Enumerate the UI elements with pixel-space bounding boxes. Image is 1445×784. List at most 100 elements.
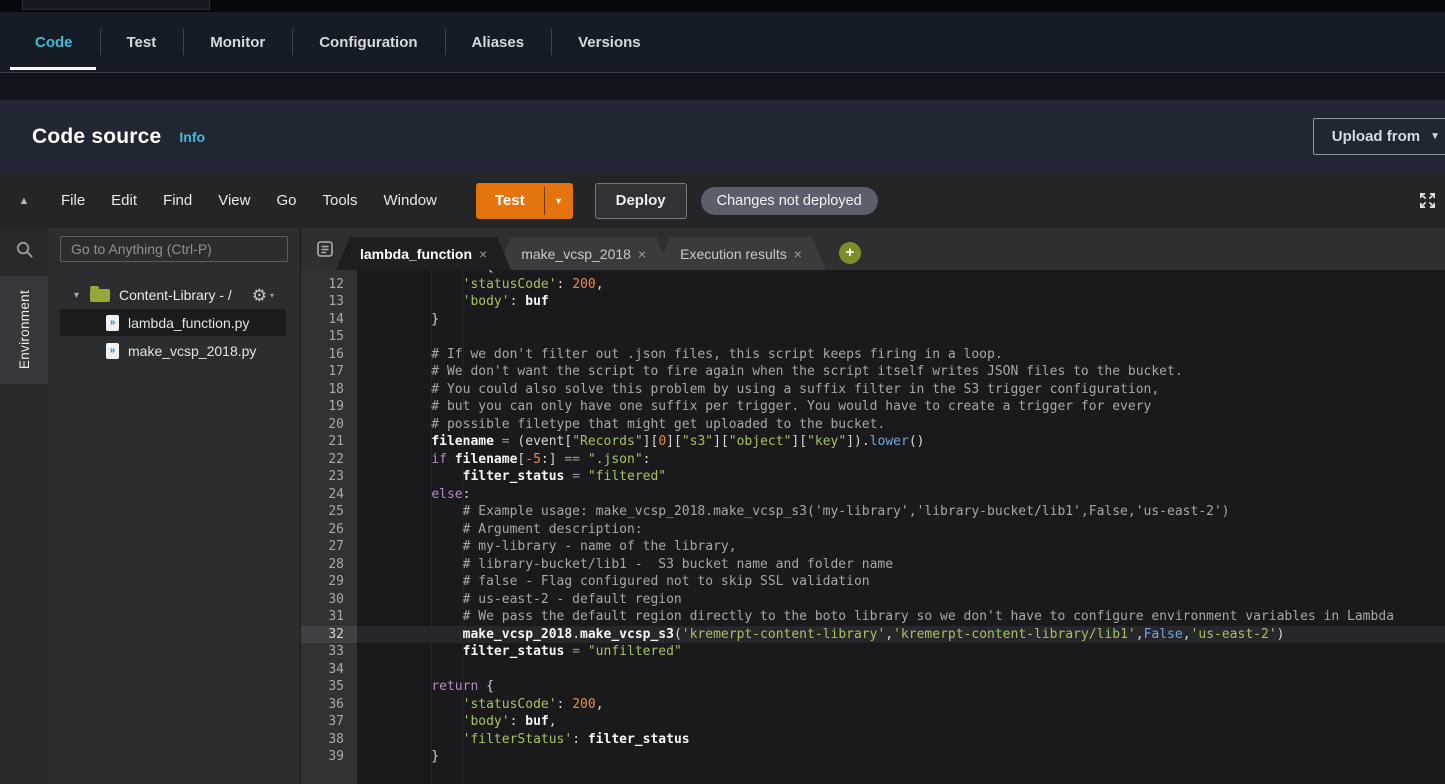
code-text: # library-bucket/lib1 - S3 bucket name a… (357, 556, 1445, 574)
nav-tab-code[interactable]: Code (8, 12, 100, 72)
line-number: 21 (301, 433, 357, 451)
goto-anything-input[interactable] (60, 236, 288, 262)
upload-from-button[interactable]: Upload from ▼ (1313, 118, 1445, 155)
tree-folder-row[interactable]: ▾ Content-Library - / ⚙ ▾ (48, 282, 300, 308)
line-number: 37 (301, 713, 357, 731)
nav-tab-configuration[interactable]: Configuration (292, 12, 444, 72)
editor-tabstrip: lambda_function×make_vcsp_2018×Execution… (301, 228, 1445, 270)
code-line: 15 (301, 328, 1445, 346)
line-number: 34 (301, 661, 357, 679)
code-text: # false - Flag configured not to skip SS… (357, 573, 1445, 591)
file-tree-panel: ▾ Content-Library - / ⚙ ▾ »lambda_functi… (48, 228, 300, 784)
code-line: 27 # my-library - name of the library, (301, 538, 1445, 556)
info-link[interactable]: Info (179, 129, 205, 145)
top-nav-tabs: CodeTestMonitorConfigurationAliasesVersi… (0, 12, 1445, 73)
code-line: 12 'statusCode': 200, (301, 276, 1445, 294)
tree-file-lambda-function-py[interactable]: »lambda_function.py (60, 309, 286, 336)
code-line: 25 # Example usage: make_vcsp_2018.make_… (301, 503, 1445, 521)
left-rail: Environment (0, 228, 48, 784)
code-editor-area[interactable]: 11 return {12 'statusCode': 200,13 'body… (301, 270, 1445, 784)
line-number: 17 (301, 363, 357, 381)
code-line: 20 # possible filetype that might get up… (301, 416, 1445, 434)
code-text: # We don't want the script to fire again… (357, 363, 1445, 381)
line-number: 12 (301, 276, 357, 294)
nav-tab-aliases[interactable]: Aliases (445, 12, 552, 72)
fullscreen-icon[interactable] (1418, 191, 1437, 210)
test-button[interactable]: Test ▼ (476, 183, 573, 219)
test-button-label: Test (476, 183, 544, 219)
menu-find[interactable]: Find (150, 192, 205, 209)
line-number: 27 (301, 538, 357, 556)
code-text: # my-library - name of the library, (357, 538, 1445, 556)
sidebar-tab-environment[interactable]: Environment (0, 276, 48, 384)
line-number: 16 (301, 346, 357, 364)
code-text: # We pass the default region directly to… (357, 608, 1445, 626)
editor-pane: lambda_function×make_vcsp_2018×Execution… (300, 228, 1445, 784)
code-text: 'body': buf (357, 293, 1445, 311)
editor-tab-make-vcsp-2018[interactable]: make_vcsp_2018 × (497, 237, 670, 270)
deploy-button[interactable]: Deploy (595, 183, 687, 219)
close-tab-icon[interactable]: × (638, 246, 646, 262)
tree-settings-button[interactable]: ⚙ ▾ (252, 287, 274, 304)
code-line: 38 'filterStatus': filter_status (301, 731, 1445, 749)
tree-file-make-vcsp-2018-py[interactable]: »make_vcsp_2018.py (60, 337, 286, 364)
editor-tab-label: make_vcsp_2018 (521, 246, 631, 262)
menu-file[interactable]: File (48, 192, 98, 209)
menu-view[interactable]: View (205, 192, 263, 209)
close-tab-icon[interactable]: × (794, 246, 802, 262)
folder-disclosure-icon[interactable]: ▾ (74, 290, 90, 301)
code-line: 16 # If we don't filter out .json files,… (301, 346, 1445, 364)
line-number: 33 (301, 643, 357, 661)
code-text: # You could also solve this problem by u… (357, 381, 1445, 399)
menubar-menus: FileEditFindViewGoToolsWindow (48, 192, 450, 209)
test-dropdown-icon[interactable]: ▼ (545, 183, 573, 219)
line-number: 22 (301, 451, 357, 469)
line-number: 26 (301, 521, 357, 539)
menu-window[interactable]: Window (371, 192, 450, 209)
code-text: # Argument description: (357, 521, 1445, 539)
code-text: # but you can only have one suffix per t… (357, 398, 1445, 416)
upload-from-label: Upload from (1332, 128, 1420, 145)
editor-tab-label: lambda_function (360, 246, 472, 262)
close-tab-icon[interactable]: × (479, 246, 487, 262)
page-title: Code source (32, 125, 161, 149)
editor-menubar: ▲ FileEditFindViewGoToolsWindow Test ▼ D… (0, 173, 1445, 228)
code-line: 19 # but you can only have one suffix pe… (301, 398, 1445, 416)
section-gap (0, 73, 1445, 100)
menu-edit[interactable]: Edit (98, 192, 150, 209)
code-text: filter_status = "filtered" (357, 468, 1445, 486)
collapse-panel-icon[interactable]: ▲ (0, 195, 48, 207)
code-text: 'filterStatus': filter_status (357, 731, 1445, 749)
code-line: 18 # You could also solve this problem b… (301, 381, 1445, 399)
search-icon[interactable] (0, 228, 48, 270)
tab-list-icon[interactable] (307, 239, 343, 259)
code-text: if filename[-5:] == ".json": (357, 451, 1445, 469)
line-number: 38 (301, 731, 357, 749)
ide-body: Environment ▾ Content-Library - / ⚙ ▾ »l… (0, 228, 1445, 784)
line-number: 28 (301, 556, 357, 574)
menu-tools[interactable]: Tools (309, 192, 370, 209)
code-line: 13 'body': buf (301, 293, 1445, 311)
new-tab-button[interactable]: + (839, 242, 861, 264)
code-text (357, 661, 1445, 679)
gear-caret-icon: ▾ (270, 291, 274, 300)
line-number: 24 (301, 486, 357, 504)
menu-go[interactable]: Go (263, 192, 309, 209)
editor-tab-lambda-function[interactable]: lambda_function × (336, 237, 511, 270)
code-line: 34 (301, 661, 1445, 679)
nav-tab-monitor[interactable]: Monitor (183, 12, 292, 72)
nav-tab-test[interactable]: Test (100, 12, 184, 72)
code-line: 29 # false - Flag configured not to skip… (301, 573, 1445, 591)
editor-tab-execution-results[interactable]: Execution results× (656, 237, 826, 270)
environment-label: Environment (17, 290, 32, 369)
line-number: 39 (301, 748, 357, 766)
code-text: } (357, 311, 1445, 329)
folder-icon (90, 289, 110, 302)
code-line: 23 filter_status = "filtered" (301, 468, 1445, 486)
code-text: return { (357, 678, 1445, 696)
code-line: 31 # We pass the default region directly… (301, 608, 1445, 626)
code-line: 14 } (301, 311, 1445, 329)
file-label: lambda_function.py (128, 315, 249, 331)
nav-tab-versions[interactable]: Versions (551, 12, 668, 72)
code-text: make_vcsp_2018.make_vcsp_s3('kremerpt-co… (357, 626, 1445, 644)
